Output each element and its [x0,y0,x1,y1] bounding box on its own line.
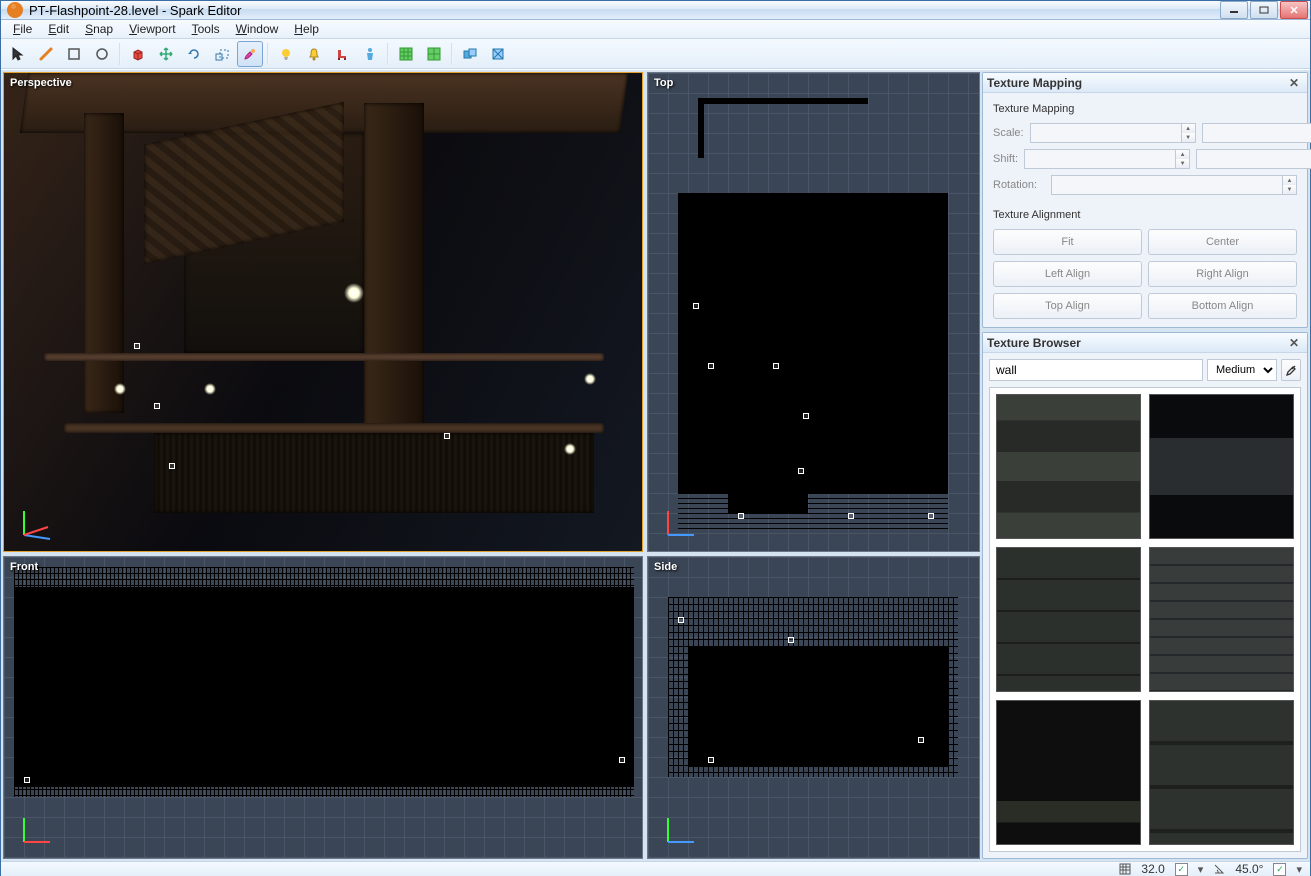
light-tool[interactable] [273,41,299,67]
bottom-align-button[interactable]: Bottom Align [1148,293,1297,319]
menu-file[interactable]: File [5,20,40,38]
shift-label: Shift: [993,153,1018,165]
circle-tool[interactable] [89,41,115,67]
menu-viewport[interactable]: Viewport [121,20,183,38]
extrude-tool[interactable] [125,41,151,67]
grid-size-icon [1119,863,1131,875]
viewport-label: Front [10,561,38,573]
group-label: Texture Mapping [993,103,1297,115]
menu-help[interactable]: Help [286,20,327,38]
menu-snap[interactable]: Snap [77,20,121,38]
viewports-grid: Perspective [1,70,982,861]
menu-window[interactable]: Window [228,20,287,38]
perspective-render [4,73,642,551]
side-panels: Texture Mapping ✕ Texture Mapping Scale:… [982,70,1310,861]
snap-angle-checkbox[interactable]: ✓ [1273,863,1286,876]
spawn-tool[interactable] [301,41,327,67]
texture-mapping-panel: Texture Mapping ✕ Texture Mapping Scale:… [982,72,1308,328]
panel-title: Texture Mapping [987,76,1082,90]
app-icon [7,2,23,18]
eyedropper-button[interactable] [1281,359,1301,381]
viewport-side[interactable]: Side [647,556,980,859]
scale-y-input[interactable]: ▲▼ [1202,123,1311,143]
left-align-button[interactable]: Left Align [993,261,1142,287]
viewport-label: Side [654,561,677,573]
thumbnail-size-select[interactable]: Medium [1207,359,1277,381]
texture-thumb[interactable] [1149,700,1294,845]
window-title: PT-Flashpoint-28.level - Spark Editor [29,3,1220,18]
maximize-button[interactable] [1250,1,1278,19]
rotate-tool[interactable] [181,41,207,67]
viewport-perspective[interactable]: Perspective [3,72,643,552]
rotation-input[interactable]: ▲▼ [1051,175,1297,195]
texture-search-input[interactable] [989,359,1203,381]
player-tool[interactable] [357,41,383,67]
viewport-label: Perspective [10,77,72,89]
window-controls [1220,1,1308,19]
grid-minor-tool[interactable] [421,41,447,67]
texture-thumb[interactable] [996,547,1141,692]
toolbar-separator [451,43,453,65]
menu-tools[interactable]: Tools [184,20,228,38]
menu-edit[interactable]: Edit [40,20,77,38]
right-align-button[interactable]: Right Align [1148,261,1297,287]
close-icon[interactable]: ✕ [1285,336,1303,350]
grid-major-tool[interactable] [393,41,419,67]
rect-tool[interactable] [61,41,87,67]
close-icon[interactable]: ✕ [1285,76,1303,90]
axis-gizmo [660,503,700,543]
texture-thumb[interactable] [1149,394,1294,539]
align-group-label: Texture Alignment [993,209,1297,221]
scale-tool[interactable] [209,41,235,67]
axis-gizmo [16,810,56,850]
grid-snap-icon: ▾ [1198,863,1204,876]
scale-x-input[interactable]: ▲▼ [1030,123,1196,143]
toolbar-separator [387,43,389,65]
center-button[interactable]: Center [1148,229,1297,255]
fit-button[interactable]: Fit [993,229,1142,255]
angle-icon [1213,863,1225,875]
texture-thumb[interactable] [996,700,1141,845]
angle-snap-icon: ▾ [1296,863,1302,876]
ortho-grid [4,557,642,858]
menubar: File Edit Snap Viewport Tools Window Hel… [1,20,1310,39]
texture-thumb[interactable] [1149,547,1294,692]
minimize-button[interactable] [1220,1,1248,19]
toolbar-separator [119,43,121,65]
app-window: PT-Flashpoint-28.level - Spark Editor Fi… [0,0,1311,876]
texture-grid[interactable] [989,387,1301,852]
axis-gizmo [16,503,56,543]
content-area: Perspective [1,69,1310,861]
statusbar: 32.0 ✓ ▾ 45.0° ✓ ▾ [1,861,1310,876]
texture-thumb[interactable] [996,394,1141,539]
group-tool[interactable] [457,41,483,67]
rotation-label: Rotation: [993,179,1045,191]
viewport-front[interactable]: Front [3,556,643,859]
grid-size-value: 32.0 [1141,862,1164,876]
select-tool[interactable] [5,41,31,67]
shift-x-input[interactable]: ▲▼ [1024,149,1190,169]
toolbar-separator [267,43,269,65]
axis-gizmo [660,810,700,850]
viewport-label: Top [654,77,673,89]
paint-tool[interactable] [237,41,263,67]
angle-value: 45.0° [1235,862,1263,876]
move-tool[interactable] [153,41,179,67]
close-button[interactable] [1280,1,1308,19]
snap-grid-checkbox[interactable]: ✓ [1175,863,1188,876]
ortho-grid [648,73,979,551]
panel-header[interactable]: Texture Browser ✕ [983,333,1307,353]
prop-tool[interactable] [329,41,355,67]
face-tool[interactable] [485,41,511,67]
titlebar[interactable]: PT-Flashpoint-28.level - Spark Editor [1,1,1310,20]
shift-y-input[interactable]: ▲▼ [1196,149,1311,169]
line-tool[interactable] [33,41,59,67]
scale-label: Scale: [993,127,1024,139]
top-align-button[interactable]: Top Align [993,293,1142,319]
texture-browser-panel: Texture Browser ✕ Medium [982,332,1308,859]
toolbar [1,39,1310,69]
panel-header[interactable]: Texture Mapping ✕ [983,73,1307,93]
viewport-top[interactable]: Top [647,72,980,552]
panel-title: Texture Browser [987,336,1081,350]
